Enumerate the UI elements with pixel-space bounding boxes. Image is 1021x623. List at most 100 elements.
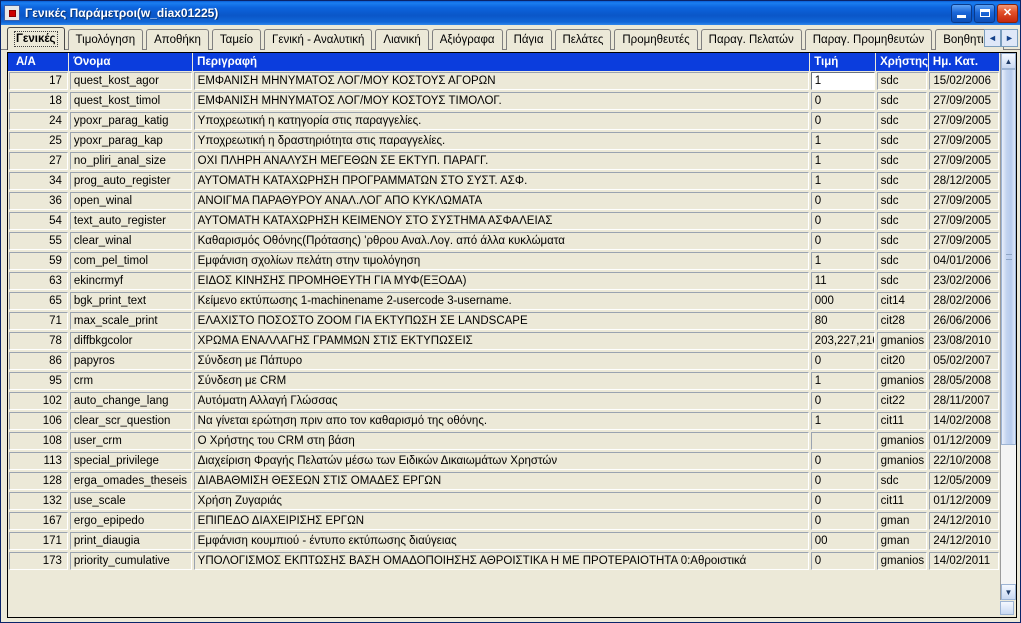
cell-timi[interactable]: 0 <box>810 492 875 510</box>
cell-perigrafi-container[interactable]: ΕΜΦΑΝΙΣΗ ΜΗΝΥΜΑΤΟΣ ΛΟΓ/ΜΟΥ ΚΟΣΤΟΥΣ ΤΙΜΟΛ… <box>193 91 810 111</box>
cell-timi[interactable]: 0 <box>810 92 875 110</box>
cell-imerominia-container[interactable]: 14/02/2011 <box>928 551 999 571</box>
cell-onoma[interactable]: ypoxr_parag_kap <box>69 132 192 150</box>
cell-xristis[interactable]: sdc <box>876 192 928 210</box>
cell-imerominia[interactable]: 05/02/2007 <box>929 352 999 370</box>
cell-onoma[interactable]: diffbkgcolor <box>69 332 192 350</box>
cell-xristis[interactable]: gman <box>876 512 928 530</box>
cell-perigrafi-container[interactable]: ΟΧΙ ΠΛΗΡΗ ΑΝΑΛΥΣΗ ΜΕΓΕΘΩΝ ΣΕ ΕΚΤΥΠ. ΠΑΡΑ… <box>193 151 810 171</box>
table-row[interactable]: 25 ypoxr_parag_kap Υποχρεωτική η δραστηριό… <box>8 131 1000 151</box>
cell-perigrafi-container[interactable]: ΧΡΩΜΑ ΕΝΑΛΛΑΓΗΣ ΓΡΑΜΜΩΝ ΣΤΙΣ ΕΚΤΥΠΩΣΕΙΣ <box>193 331 810 351</box>
cell-onoma[interactable]: use_scale <box>69 492 192 510</box>
cell-perigrafi-container[interactable]: ΕΜΦΑΝΙΣΗ ΜΗΝΥΜΑΤΟΣ ΛΟΓ/ΜΟΥ ΚΟΣΤΟΥΣ ΑΓΟΡΩ… <box>193 71 810 91</box>
cell-aa[interactable]: 128 <box>9 472 68 490</box>
cell-perigrafi[interactable]: ΕΛΑΧΙΣΤΟ ΠΟΣΟΣΤΟ ZOOM ΓΙΑ ΕΚΤΥΠΩΣΗ ΣΕ LA… <box>193 312 809 330</box>
cell-onoma[interactable]: ekincrmyf <box>69 272 192 290</box>
table-row[interactable]: 65 bgk_print_text Κείμενο εκτύπωσης 1-mach… <box>8 291 1000 311</box>
cell-timi-container[interactable]: 00 <box>810 531 876 551</box>
cell-perigrafi-container[interactable]: ΑΥΤΟΜΑΤΗ ΚΑΤΑΧΩΡΗΣΗ ΠΡΟΓΡΑΜΜΑΤΩΝ ΣΤΟ ΣΥΣ… <box>193 171 810 191</box>
cell-imerominia[interactable]: 26/06/2006 <box>929 312 999 330</box>
cell-onoma-container[interactable]: use_scale <box>69 491 193 511</box>
cell-onoma[interactable]: prog_auto_register <box>69 172 192 190</box>
cell-onoma-container[interactable]: ypoxr_parag_katig <box>69 111 193 131</box>
cell-imerominia-container[interactable]: 05/02/2007 <box>928 351 999 371</box>
cell-timi[interactable] <box>810 432 875 450</box>
cell-timi[interactable]: 0 <box>810 352 875 370</box>
horizontal-scroll-corner[interactable] <box>1000 601 1014 615</box>
cell-timi-container[interactable]: 1 <box>810 251 876 271</box>
cell-imerominia[interactable]: 28/05/2008 <box>929 372 999 390</box>
cell-imerominia[interactable]: 14/02/2011 <box>929 552 999 570</box>
cell-timi-container[interactable]: 1 <box>810 371 876 391</box>
cell-onoma-container[interactable]: quest_kost_timol <box>69 91 193 111</box>
tab-tameio[interactable]: Ταμείο <box>211 29 262 50</box>
cell-xristis[interactable]: gmanios <box>876 552 928 570</box>
cell-onoma-container[interactable]: crm <box>69 371 193 391</box>
cell-aa-container[interactable]: 132 <box>8 491 69 511</box>
cell-perigrafi-container[interactable]: Υποχρεωτική η κατηγορία στις παραγγελίες… <box>193 111 810 131</box>
cell-xristis-container[interactable]: sdc <box>876 111 929 131</box>
cell-imerominia[interactable]: 24/12/2010 <box>929 512 999 530</box>
cell-xristis-container[interactable]: gmanios <box>876 551 929 571</box>
cell-xristis[interactable]: cit11 <box>876 492 928 510</box>
cell-aa[interactable]: 71 <box>9 312 68 330</box>
cell-timi[interactable]: 1 <box>810 72 875 90</box>
cell-aa-container[interactable]: 36 <box>8 191 69 211</box>
cell-aa[interactable]: 25 <box>9 132 68 150</box>
cell-perigrafi-container[interactable]: Κείμενο εκτύπωσης 1-machinename 2-userco… <box>193 291 810 311</box>
cell-imerominia[interactable]: 15/02/2006 <box>929 72 999 90</box>
cell-onoma[interactable]: quest_kost_timol <box>69 92 192 110</box>
cell-xristis[interactable]: cit11 <box>876 412 928 430</box>
table-row[interactable]: 95 crm Σύνδεση με CRM 1 gmanios 28/05/2008 <box>8 371 1000 391</box>
cell-imerominia-container[interactable]: 14/02/2008 <box>928 411 999 431</box>
cell-onoma-container[interactable]: open_winal <box>69 191 193 211</box>
cell-perigrafi-container[interactable]: Διαχείριση Φραγής Πελατών μέσω των Ειδικ… <box>193 451 810 471</box>
cell-timi[interactable]: 1 <box>810 172 875 190</box>
cell-xristis-container[interactable]: sdc <box>876 71 929 91</box>
cell-perigrafi[interactable]: Αυτόματη Αλλαγή Γλώσσας <box>193 392 809 410</box>
cell-perigrafi-container[interactable]: ΕΛΑΧΙΣΤΟ ΠΟΣΟΣΤΟ ZOOM ΓΙΑ ΕΚΤΥΠΩΣΗ ΣΕ LA… <box>193 311 810 331</box>
cell-onoma[interactable]: crm <box>69 372 192 390</box>
cell-aa-container[interactable]: 167 <box>8 511 69 531</box>
cell-imerominia[interactable]: 27/09/2005 <box>929 212 999 230</box>
tab-pelates[interactable]: Πελάτες <box>554 29 612 50</box>
cell-aa-container[interactable]: 128 <box>8 471 69 491</box>
cell-onoma-container[interactable]: com_pel_timol <box>69 251 193 271</box>
cell-timi-container[interactable]: 1 <box>810 71 876 91</box>
cell-onoma[interactable]: papyros <box>69 352 192 370</box>
cell-aa[interactable]: 171 <box>9 532 68 550</box>
cell-timi[interactable]: 0 <box>810 472 875 490</box>
cell-perigrafi[interactable]: Χρήση Ζυγαριάς <box>193 492 809 510</box>
table-row[interactable]: 55 clear_winal Καθαρισμός Οθόνης(Πρότασης)… <box>8 231 1000 251</box>
table-row[interactable]: 128 erga_omades_theseis ΔΙΑΒΑΘΜΙΣΗ ΘΕΣΕΩΝ … <box>8 471 1000 491</box>
cell-perigrafi[interactable]: ΔΙΑΒΑΘΜΙΣΗ ΘΕΣΕΩΝ ΣΤΙΣ ΟΜΑΔΕΣ ΕΡΓΩΝ <box>193 472 809 490</box>
cell-perigrafi[interactable]: ΧΡΩΜΑ ΕΝΑΛΛΑΓΗΣ ΓΡΑΜΜΩΝ ΣΤΙΣ ΕΚΤΥΠΩΣΕΙΣ <box>193 332 809 350</box>
cell-aa[interactable]: 34 <box>9 172 68 190</box>
scroll-down-arrow-icon[interactable]: ▼ <box>1001 584 1016 600</box>
cell-imerominia-container[interactable]: 15/02/2006 <box>928 71 999 91</box>
cell-onoma-container[interactable]: papyros <box>69 351 193 371</box>
cell-timi[interactable]: 1 <box>810 372 875 390</box>
cell-perigrafi[interactable]: Εμφάνιση κουμπιού - έντυπο εκτύπωσης δια… <box>193 532 809 550</box>
cell-aa-container[interactable]: 34 <box>8 171 69 191</box>
cell-imerominia-container[interactable]: 27/09/2005 <box>928 231 999 251</box>
table-row[interactable]: 71 max_scale_print ΕΛΑΧΙΣΤΟ ΠΟΣΟΣΤΟ ZOOM Γ… <box>8 311 1000 331</box>
cell-aa[interactable]: 173 <box>9 552 68 570</box>
cell-xristis-container[interactable]: cit22 <box>876 391 929 411</box>
cell-timi[interactable]: 1 <box>810 252 875 270</box>
table-row[interactable]: 18 quest_kost_timol ΕΜΦΑΝΙΣΗ ΜΗΝΥΜΑΤΟΣ ΛΟΓ… <box>8 91 1000 111</box>
cell-imerominia-container[interactable]: 27/09/2005 <box>928 131 999 151</box>
cell-onoma[interactable]: auto_change_lang <box>69 392 192 410</box>
cell-timi[interactable]: 0 <box>810 192 875 210</box>
cell-timi-container[interactable]: 0 <box>810 211 876 231</box>
cell-timi[interactable]: 1 <box>810 412 875 430</box>
cell-timi-container[interactable]: 1 <box>810 411 876 431</box>
column-header-imerominia[interactable]: Ημ. Κατ. <box>928 53 1000 71</box>
cell-onoma-container[interactable]: ergo_epipedo <box>69 511 193 531</box>
cell-perigrafi-container[interactable]: Χρήση Ζυγαριάς <box>193 491 810 511</box>
cell-timi-container[interactable]: 0 <box>810 391 876 411</box>
cell-imerominia-container[interactable]: 28/05/2008 <box>928 371 999 391</box>
cell-xristis-container[interactable]: sdc <box>876 271 929 291</box>
cell-aa[interactable]: 167 <box>9 512 68 530</box>
cell-perigrafi[interactable]: ΑΥΤΟΜΑΤΗ ΚΑΤΑΧΩΡΗΣΗ ΠΡΟΓΡΑΜΜΑΤΩΝ ΣΤΟ ΣΥΣ… <box>193 172 809 190</box>
